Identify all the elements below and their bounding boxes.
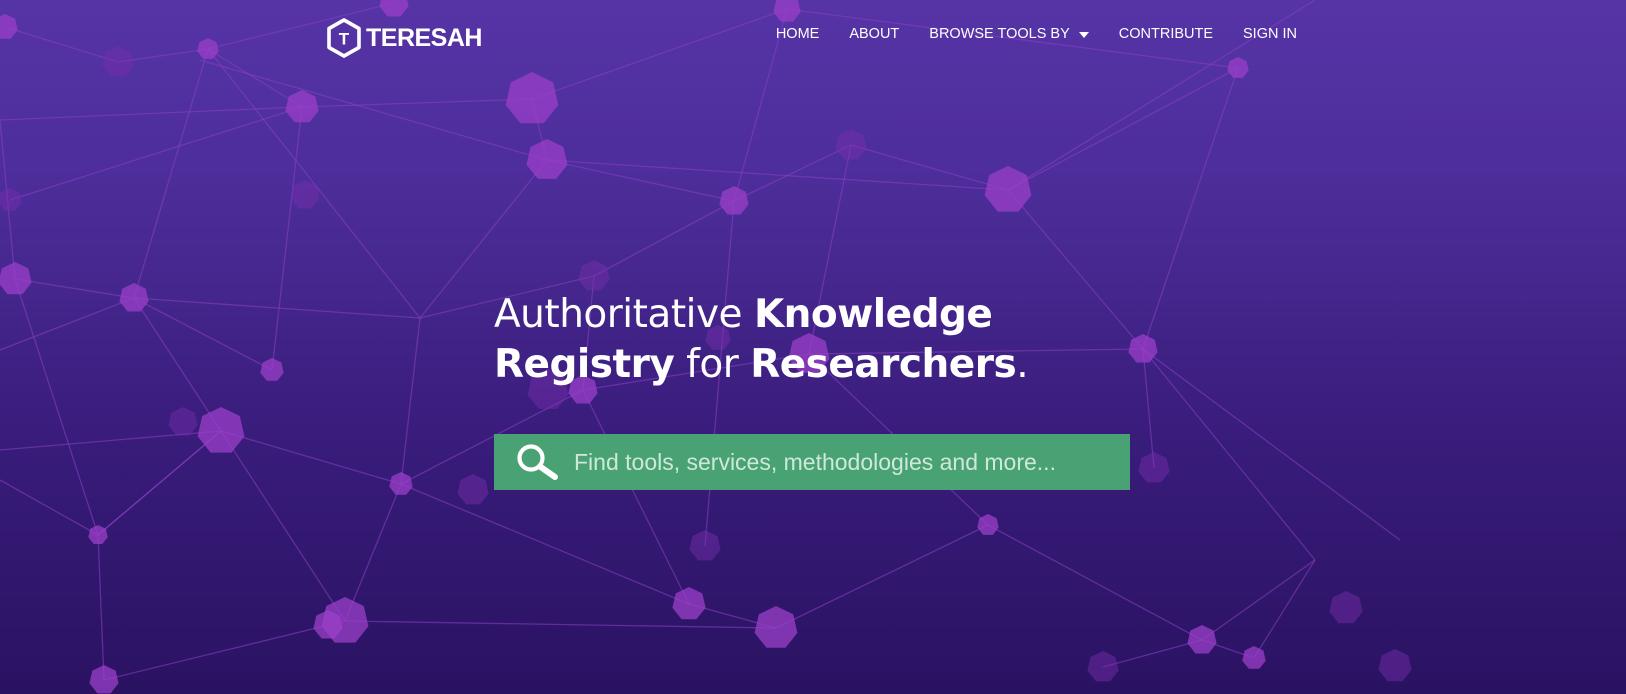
- nav-contribute-label: CONTRIBUTE: [1118, 26, 1214, 42]
- hero-headline: Authoritative Knowledge Registry for Res…: [494, 290, 1029, 390]
- network-node: [119, 283, 149, 312]
- network-edge: [133, 48, 209, 299]
- network-edge: [1102, 639, 1203, 668]
- network-node: [672, 587, 706, 620]
- network-edge: [593, 200, 735, 277]
- headline-part: Registry: [494, 342, 675, 387]
- network-edge: [582, 389, 690, 605]
- brand-name: TERESAH: [366, 23, 482, 52]
- network-node: [88, 525, 108, 544]
- network-edge: [0, 106, 303, 121]
- headline-part: Knowledge: [753, 292, 993, 337]
- network-node: [1087, 651, 1119, 682]
- network-node: [1128, 334, 1158, 363]
- network-node: [1138, 452, 1170, 483]
- network-edge: [850, 144, 1009, 191]
- network-edge: [1142, 348, 1401, 541]
- nav-home-label: HOME: [775, 26, 820, 42]
- network-edge: [1007, 189, 1144, 350]
- network-node: [526, 139, 568, 179]
- network-node: [689, 530, 721, 561]
- network-edge: [220, 430, 346, 622]
- search-input[interactable]: [574, 434, 1130, 490]
- headline-part: for: [674, 342, 751, 387]
- nav-browse-label: BROWSE TOOLS BY: [929, 26, 1070, 42]
- brand-logo[interactable]: T TERESAH: [326, 18, 482, 58]
- network-node: [1329, 591, 1363, 624]
- network-node: [389, 472, 413, 495]
- network-edge: [1201, 559, 1316, 641]
- network-edge: [133, 297, 273, 371]
- search-bar[interactable]: [494, 434, 1130, 490]
- network-node: [835, 129, 867, 160]
- svg-text:T: T: [339, 30, 350, 49]
- network-node: [505, 72, 559, 124]
- caret-down-icon: [1078, 32, 1089, 38]
- network-edge: [271, 106, 303, 371]
- network-node: [754, 606, 798, 648]
- network-node: [1378, 649, 1412, 682]
- network-edge: [14, 278, 135, 299]
- nav-sign-in[interactable]: SIGN IN: [1243, 26, 1297, 42]
- network-node: [89, 665, 119, 694]
- network-edge: [1142, 348, 1316, 561]
- nav-contribute[interactable]: CONTRIBUTE: [1119, 26, 1213, 42]
- nav-sign-in-label: SIGN IN: [1243, 26, 1297, 42]
- hero-section: T TERESAH HOME ABOUT BROWSE TOOLS BY CON…: [0, 0, 1626, 694]
- teresah-logo-icon: T: [327, 18, 361, 58]
- network-edge: [97, 430, 222, 536]
- network-edge: [1142, 348, 1155, 469]
- network-node: [578, 260, 610, 291]
- network-node: [0, 262, 32, 295]
- network-edge: [97, 534, 105, 681]
- network-edge: [133, 297, 421, 319]
- headline-part: .: [1016, 342, 1029, 387]
- network-edge: [400, 483, 690, 605]
- network-edge: [775, 524, 989, 629]
- network-node: [1187, 625, 1217, 654]
- network-node: [197, 407, 245, 453]
- network-edge: [400, 317, 421, 485]
- network-node: [1242, 646, 1266, 669]
- network-edge: [9, 106, 303, 201]
- network-node: [260, 358, 284, 381]
- network-node: [719, 186, 749, 215]
- network-edge: [344, 620, 777, 629]
- network-edge: [103, 620, 346, 681]
- network-edge: [220, 430, 402, 485]
- nav-about-label: ABOUT: [849, 26, 900, 42]
- headline-part: Authoritative: [494, 292, 754, 337]
- network-edge: [0, 297, 135, 351]
- search-icon[interactable]: [514, 442, 560, 482]
- navbar: T TERESAH HOME ABOUT BROWSE TOOLS BY CON…: [0, 0, 1626, 76]
- nav-menu: HOME ABOUT BROWSE TOOLS BY CONTRIBUTE SI…: [746, 26, 1297, 42]
- nav-browse-tools-dropdown[interactable]: BROWSE TOOLS BY: [929, 26, 1089, 42]
- network-node: [285, 90, 319, 123]
- network-edge: [207, 48, 421, 319]
- nav-home[interactable]: HOME: [776, 26, 820, 42]
- network-node: [168, 407, 198, 436]
- network-edge: [301, 98, 533, 108]
- network-edge: [344, 483, 402, 622]
- network-node: [457, 474, 489, 505]
- nav-about[interactable]: ABOUT: [849, 26, 899, 42]
- network-edge: [1253, 559, 1316, 659]
- network-node: [0, 188, 22, 211]
- headline-part: Researchers: [750, 342, 1017, 387]
- network-node: [984, 166, 1032, 212]
- network-edge: [987, 524, 1203, 641]
